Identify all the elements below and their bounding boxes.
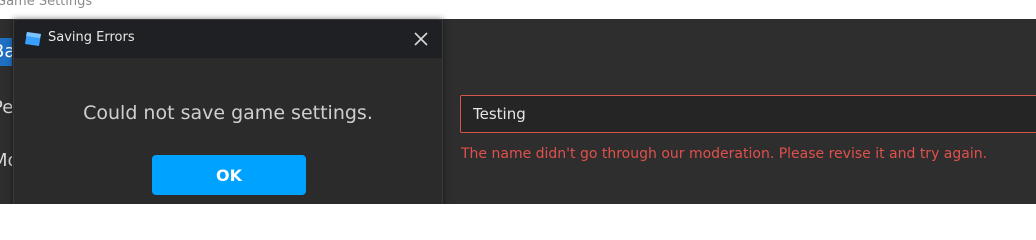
roblox-studio-icon [25,32,41,46]
settings-sidebar: Basic Info Permissions Monetization [0,19,12,204]
name-input[interactable] [460,95,1036,133]
sidebar-item-basic-info[interactable]: Basic Info [0,38,12,66]
sidebar-item-label: Monetization [0,150,12,171]
sidebar-item-permissions[interactable]: Permissions [0,94,12,122]
sidebar-item-label: Permissions [0,97,12,118]
ok-button[interactable]: OK [152,155,306,195]
close-icon[interactable] [410,28,432,50]
screen: Game Settings Basic Info Permissions Mon… [0,0,1036,204]
settings-window-title: Game Settings [0,0,93,9]
saving-errors-dialog: Saving Errors Could not save game settin… [13,19,443,204]
settings-window-titlebar: Game Settings [0,0,1036,19]
dialog-titlebar: Saving Errors [14,20,442,58]
sidebar-item-monetization[interactable]: Monetization [0,147,12,175]
dialog-message: Could not save game settings. [83,102,373,124]
dialog-title: Saving Errors [48,30,135,45]
name-error-message: The name didn't go through our moderatio… [461,146,988,162]
sidebar-item-label: Basic Info [0,41,12,62]
